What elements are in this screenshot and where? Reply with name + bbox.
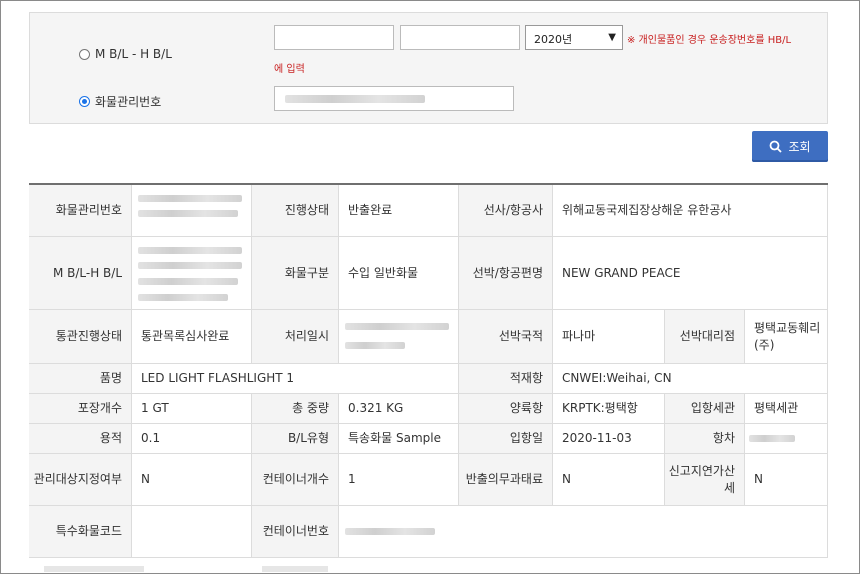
th-vessel: 선박/항공편명: [459, 237, 553, 310]
search-icon: [770, 140, 783, 153]
td-volume: 0.1: [132, 424, 252, 454]
th-cargo-type: 화물구분: [252, 237, 339, 310]
mbl-input[interactable]: [274, 25, 394, 50]
th-container-number: 컨테이너번호: [252, 506, 339, 558]
th-special-cargo-code: 특수화물코드: [29, 506, 132, 558]
td-arrival-date: 2020-11-03: [553, 424, 665, 454]
th-customs-status: 통관진행상태: [29, 310, 132, 364]
th-package-count: 포장개수: [29, 394, 132, 424]
th-arrival-date: 입항일: [459, 424, 553, 454]
th-cargo-number: 화물관리번호: [29, 185, 132, 237]
radio-button-checked[interactable]: [79, 96, 90, 107]
td-mbl-hbl: [132, 237, 252, 310]
search-button-label: 조회: [788, 140, 811, 154]
th-late-surcharge: 신고지연가산세: [665, 454, 745, 506]
th-managed-target: 관리대상지정여부: [29, 454, 132, 506]
td-carrier: 위해교동국제집장상해운 유한공사: [553, 185, 828, 237]
th-loading-port: 적재항: [459, 364, 553, 394]
redacted-value: [345, 342, 405, 349]
td-vessel: NEW GRAND PEACE: [553, 237, 828, 310]
td-customs-status: 통관목록심사완료: [132, 310, 252, 364]
radio-cargo-label: 화물관리번호: [95, 95, 162, 109]
td-item-name: LED LIGHT FLASHLIGHT 1: [132, 364, 459, 394]
cargo-number-input[interactable]: [274, 86, 514, 111]
td-loading-port: CNWEI:Weihai, CN: [553, 364, 828, 394]
th-release-penalty: 반출의무과태료: [459, 454, 553, 506]
th-vessel-nationality: 선박국적: [459, 310, 553, 364]
th-mbl-hbl: M B/L-H B/L: [29, 237, 132, 310]
td-late-surcharge: N: [745, 454, 828, 506]
td-cargo-number: [132, 185, 252, 237]
td-voyage: [745, 424, 828, 454]
th-item-name: 품명: [29, 364, 132, 394]
td-container-count: 1: [339, 454, 459, 506]
radio-mbl-hbl[interactable]: M B/L - H B/L: [79, 47, 172, 61]
redacted-value: [138, 247, 242, 254]
notice-line-1: ※ 개인물품인 경우 운송장번호를 HB/L: [627, 35, 792, 46]
cut-off-row: [262, 566, 328, 572]
th-bl-type: B/L유형: [252, 424, 339, 454]
td-container-number: [339, 506, 828, 558]
td-cargo-type: 수입 일반화물: [339, 237, 459, 310]
th-unloading-port: 양륙항: [459, 394, 553, 424]
redacted-value: [345, 323, 449, 330]
th-total-weight: 총 중량: [252, 394, 339, 424]
radio-cargo-number[interactable]: 화물관리번호: [79, 93, 161, 110]
th-entry-customs: 입항세관: [665, 394, 745, 424]
redacted-value: [749, 435, 795, 442]
cut-off-row: [44, 566, 144, 572]
td-processed-at: [339, 310, 459, 364]
year-select-value: 2020년: [534, 33, 573, 46]
td-entry-customs: 평택세관: [745, 394, 828, 424]
td-progress-status: 반출완료: [339, 185, 459, 237]
redacted-value: [138, 195, 242, 202]
redacted-value: [138, 294, 228, 301]
td-special-cargo-code: [132, 506, 252, 558]
td-managed-target: N: [132, 454, 252, 506]
td-release-penalty: N: [553, 454, 665, 506]
redacted-value: [138, 262, 242, 269]
hbl-input[interactable]: [400, 25, 520, 50]
th-processed-at: 처리일시: [252, 310, 339, 364]
chevron-down-icon: ▼: [608, 32, 616, 43]
td-unloading-port: KRPTK:평택항: [553, 394, 665, 424]
radio-button[interactable]: [79, 48, 90, 60]
th-shipping-agent: 선박대리점: [665, 310, 745, 364]
search-button[interactable]: 조회: [752, 131, 828, 162]
th-container-count: 컨테이너개수: [252, 454, 339, 506]
th-volume: 용적: [29, 424, 132, 454]
td-shipping-agent: 평택교동훼리(주): [745, 310, 828, 364]
td-vessel-nationality: 파나마: [553, 310, 665, 364]
redacted-value: [285, 95, 425, 103]
td-bl-type: 특송화물 Sample: [339, 424, 459, 454]
redacted-value: [345, 528, 435, 535]
notice-line-2: 에 입력: [274, 64, 305, 75]
radio-mbl-label: M B/L - H B/L: [95, 47, 172, 61]
td-package-count: 1 GT: [132, 394, 252, 424]
redacted-value: [138, 278, 238, 285]
th-carrier: 선사/항공사: [459, 185, 553, 237]
th-voyage: 항차: [665, 424, 745, 454]
td-total-weight: 0.321 KG: [339, 394, 459, 424]
th-progress-status: 진행상태: [252, 185, 339, 237]
year-select[interactable]: 2020년 ▼: [525, 25, 623, 50]
redacted-value: [138, 210, 238, 217]
